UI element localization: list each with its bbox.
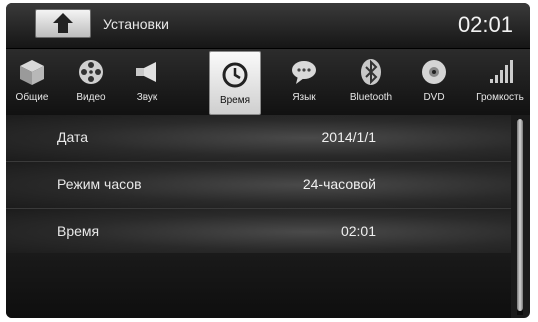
setting-time-row[interactable]: Время 02:01 <box>6 209 511 256</box>
tab-volume[interactable]: Громкость <box>470 49 530 115</box>
setting-label: Дата <box>57 129 89 145</box>
tab-dvd[interactable]: DVD <box>413 49 455 115</box>
speaker-icon <box>136 62 156 82</box>
tab-label: Время <box>219 95 251 106</box>
bluetooth-icon <box>361 59 381 85</box>
tab-sound[interactable]: Звук <box>122 49 172 115</box>
tab-video[interactable]: Видео <box>64 49 118 115</box>
page-title: Установки <box>103 16 169 32</box>
settings-screen: Установки 02:01 Общие Видео Звук Время Я… <box>6 3 530 318</box>
setting-date-row[interactable]: Дата 2014/1/1 <box>6 115 511 162</box>
volume-bars-icon <box>490 60 513 83</box>
tab-language[interactable]: Язык <box>282 49 326 115</box>
clock-display: 02:01 <box>457 12 513 37</box>
tab-general[interactable]: Общие <box>6 49 58 115</box>
setting-label: Время <box>57 223 100 239</box>
tab-label: DVD <box>423 92 445 103</box>
settings-list: Дата 2014/1/1 Режим часов 24-часовой Вре… <box>6 115 511 256</box>
setting-value: 02:01 <box>340 223 376 239</box>
tab-label: Общие <box>15 92 49 103</box>
tab-label: Громкость <box>476 92 524 103</box>
tab-label: Звук <box>136 92 158 103</box>
tab-label: Bluetooth <box>349 92 393 103</box>
cube-icon <box>20 60 44 85</box>
header-bar: Установки 02:01 <box>6 3 530 49</box>
setting-clock-mode-row[interactable]: Режим часов 24-часовой <box>6 162 511 209</box>
tab-label: Видео <box>76 92 106 103</box>
film-reel-icon <box>79 60 103 84</box>
tab-time[interactable]: Время <box>209 51 261 115</box>
home-button[interactable] <box>35 9 91 38</box>
setting-value: 2014/1/1 <box>321 129 377 145</box>
speech-bubble-icon <box>292 61 316 84</box>
settings-tabs: Общие Видео Звук Время Язык Bluetooth DV… <box>6 49 530 115</box>
empty-list-area <box>6 253 511 318</box>
setting-label: Режим часов <box>57 176 142 192</box>
setting-value: 24-часовой <box>302 176 376 192</box>
disc-icon <box>422 60 446 84</box>
tab-bluetooth[interactable]: Bluetooth <box>339 49 403 115</box>
clock-icon <box>222 62 248 88</box>
home-icon <box>53 13 73 33</box>
scrollbar-thumb[interactable] <box>517 119 523 311</box>
tab-label: Язык <box>292 92 316 103</box>
